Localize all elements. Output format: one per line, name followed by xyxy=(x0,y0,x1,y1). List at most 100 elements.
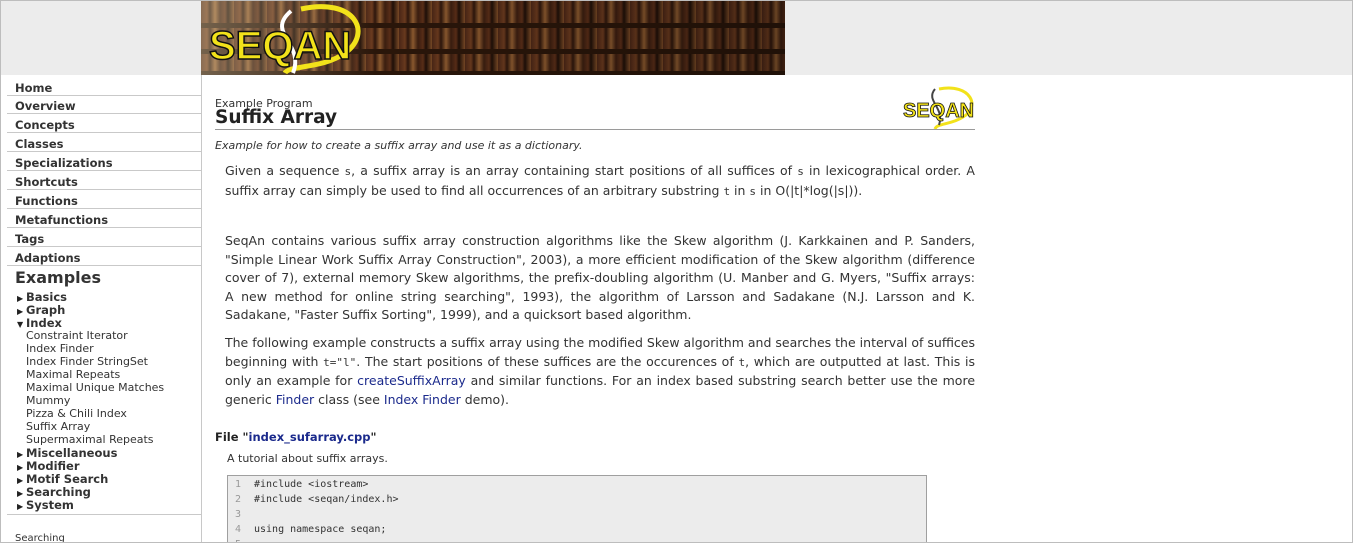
tree-subitem-maximal-repeats[interactable]: Maximal Repeats xyxy=(26,368,120,381)
code-line: 2 #include <seqan/index.h> xyxy=(228,494,926,509)
sidebar-item-home[interactable]: Home xyxy=(7,77,201,96)
logo-text: SEQAN xyxy=(903,100,974,122)
text-run: , a suffix array is an array containing … xyxy=(351,163,798,178)
tree-item-system[interactable]: ▶ System xyxy=(17,498,74,512)
tree-item-label: Miscellaneous xyxy=(26,446,118,460)
banner-image: SEQAN xyxy=(201,1,785,75)
sidebar-item-label: Concepts xyxy=(15,118,75,132)
text-run: " xyxy=(370,430,377,444)
text-run: in O(|t|*log(|s|)). xyxy=(756,182,863,198)
title-divider xyxy=(215,129,975,130)
algorithms-paragraph: SeqAn contains various suffix array cons… xyxy=(225,233,975,322)
tree-subitem-index-finder[interactable]: Index Finder xyxy=(26,342,94,355)
code-line: 3 xyxy=(228,509,926,524)
sidebar-item-classes[interactable]: Classes xyxy=(7,133,201,152)
code-text: #include <iostream> xyxy=(254,479,369,490)
text-run: in xyxy=(730,182,750,198)
tree-item-label: System xyxy=(26,498,74,512)
chevron-right-icon[interactable]: ▶ xyxy=(17,294,26,303)
tree-item-graph[interactable]: ▶ Graph xyxy=(17,303,65,317)
code-line: 4 using namespace seqan; xyxy=(228,524,926,539)
sidebar-item-overview[interactable]: Overview xyxy=(7,95,201,114)
link-index-finder[interactable]: Index Finder xyxy=(384,392,461,407)
sidebar-item-label: Shortcuts xyxy=(15,175,78,189)
code-text: using namespace seqan; xyxy=(254,524,387,535)
sidebar-item-label: Metafunctions xyxy=(15,213,109,227)
sidebar-item-specializations[interactable]: Specializations xyxy=(7,152,201,171)
code-token: t="l" xyxy=(323,355,357,369)
browser-viewport: SEQAN Home Overview Concepts Classes Spe… xyxy=(0,0,1353,543)
tree-item-index[interactable]: ▼ Index xyxy=(17,316,62,330)
text-run: class (see xyxy=(314,391,384,407)
sidebar-item-metafunctions[interactable]: Metafunctions xyxy=(7,209,201,228)
tree-item-label: Searching xyxy=(26,485,91,499)
sidebar-item-label: Specializations xyxy=(15,156,113,170)
page-title: Suffix Array xyxy=(215,107,338,128)
text-run: File " xyxy=(215,430,249,444)
text-run: . The start positions of these suffices … xyxy=(356,353,739,369)
page-summary: Example for how to create a suffix array… xyxy=(215,139,583,152)
code-line: 1 #include <iostream> xyxy=(228,479,926,494)
tree-item-searching[interactable]: ▶ Searching xyxy=(17,485,91,499)
code-line: 5 xyxy=(228,539,926,542)
line-number: 4 xyxy=(235,524,242,535)
tree-item-label: Basics xyxy=(26,290,67,304)
line-number: 5 xyxy=(235,539,247,542)
text-run: demo). xyxy=(460,391,509,407)
sidebar-item-shortcuts[interactable]: Shortcuts xyxy=(7,171,201,190)
logo-text: SEQAN xyxy=(209,24,351,68)
sidebar-item-label: Classes xyxy=(15,137,64,151)
tree-item-motif-search[interactable]: ▶ Motif Search xyxy=(17,472,108,486)
sidebar-item-concepts[interactable]: Concepts xyxy=(7,114,201,133)
tree-subitem-pizza-chili-index[interactable]: Pizza & Chili Index xyxy=(26,407,127,420)
code-token: s xyxy=(797,165,804,178)
link-finder[interactable]: Finder xyxy=(276,392,314,407)
tree-subitem-maximal-unique-matches[interactable]: Maximal Unique Matches xyxy=(26,381,164,394)
tree-item-label: Modifier xyxy=(26,459,80,473)
tree-item-label: Motif Search xyxy=(26,472,109,486)
tree-subitem-mummy[interactable]: Mummy xyxy=(26,394,70,407)
line-number: 2 xyxy=(235,494,242,505)
chevron-right-icon[interactable]: ▶ xyxy=(17,502,26,511)
line-number: 1 xyxy=(235,479,242,490)
sidebar-item-label: Functions xyxy=(15,194,78,208)
intro-paragraph: Given a sequence s, a suffix array is an… xyxy=(225,162,975,201)
code-text: #include <seqan/index.h> xyxy=(254,494,399,505)
sidebar-item-adaptions[interactable]: Adaptions xyxy=(7,247,201,266)
sidebar-item-label: Adaptions xyxy=(15,251,81,265)
tree-subitem-suffix-array[interactable]: Suffix Array xyxy=(26,420,90,433)
link-createsuffixarray[interactable]: createSuffixArray xyxy=(357,373,466,388)
sidebar-item-label: Overview xyxy=(15,99,76,113)
tree-item-modifier[interactable]: ▶ Modifier xyxy=(17,459,80,473)
examples-heading: Examples xyxy=(15,268,102,287)
tree-subitem-constraint-iterator[interactable]: Constraint Iterator xyxy=(26,329,128,342)
tree-item-basics[interactable]: ▶ Basics xyxy=(17,290,67,304)
tree-subitem-supermaximal-repeats[interactable]: Supermaximal Repeats xyxy=(26,433,154,446)
code-listing[interactable]: 1 #include <iostream> 2 #include <seqan/in… xyxy=(227,475,927,542)
line-number: 3 xyxy=(235,509,242,520)
tree-item-label: Graph xyxy=(26,303,66,317)
chevron-right-icon[interactable]: ▶ xyxy=(17,307,26,316)
tree-subitem-index-finder-stringset[interactable]: Index Finder StringSet xyxy=(26,355,148,368)
sidebar-item-functions[interactable]: Functions xyxy=(7,190,201,209)
chevron-right-icon[interactable]: ▶ xyxy=(17,450,26,459)
seqan-logo: SEQAN xyxy=(903,86,975,129)
tree-item-miscellaneous[interactable]: ▶ Miscellaneous xyxy=(17,446,117,460)
sidebar-search-label[interactable]: Searching xyxy=(15,533,65,542)
sidebar-divider xyxy=(7,514,201,515)
text-run: Given a sequence xyxy=(225,163,345,178)
example-paragraph: The following example constructs a suffi… xyxy=(225,334,975,409)
sidebar-item-tags[interactable]: Tags xyxy=(7,228,201,247)
chevron-right-icon[interactable]: ▶ xyxy=(17,463,26,472)
sidebar-item-label: Tags xyxy=(15,232,45,246)
tree-item-label: Index xyxy=(26,316,62,330)
file-heading: File "index_sufarray.cpp" xyxy=(215,430,377,444)
chevron-right-icon[interactable]: ▶ xyxy=(17,476,26,485)
file-link[interactable]: index_sufarray.cpp xyxy=(249,430,371,444)
header-bar: SEQAN xyxy=(1,1,1352,75)
chevron-right-icon[interactable]: ▶ xyxy=(17,489,26,498)
seqan-banner-logo[interactable]: SEQAN xyxy=(205,3,375,75)
chevron-down-icon[interactable]: ▼ xyxy=(17,320,26,329)
sidebar-nav: Home Overview Concepts Classes Specializ… xyxy=(1,75,202,542)
sidebar-item-label: Home xyxy=(15,81,53,95)
